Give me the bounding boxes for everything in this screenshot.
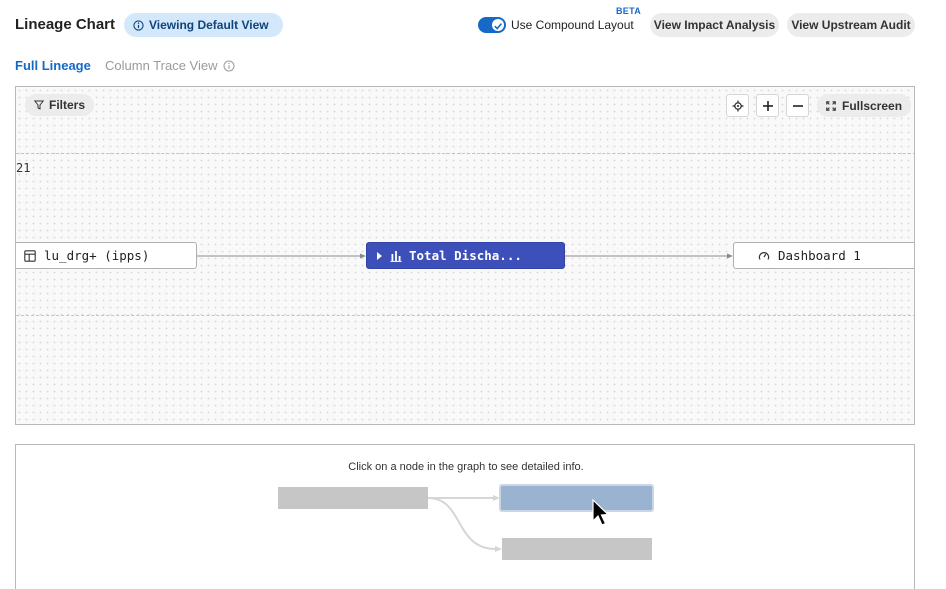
view-upstream-audit-button[interactable]: View Upstream Audit [787, 13, 915, 37]
page-title: Lineage Chart [15, 16, 116, 33]
tab-column-trace-view[interactable]: Column Trace View [105, 58, 235, 73]
arrowhead [493, 495, 500, 501]
illustration-node-selected [499, 484, 654, 512]
click-node-illustration [278, 484, 654, 560]
node-details-panel: Click on a node in the graph to see deta… [15, 444, 915, 589]
node-label: lu_drg+ (ipps) [44, 248, 150, 263]
compound-layout-label: Use Compound Layout [511, 18, 634, 32]
tab-full-lineage[interactable]: Full Lineage [15, 58, 91, 73]
compound-layout-toggle[interactable] [478, 17, 506, 33]
lineage-node-dashboard[interactable]: Dashboard 1 [733, 242, 914, 269]
lineage-node-source[interactable]: lu_drg+ (ipps) [16, 242, 197, 269]
check-icon [492, 19, 504, 31]
lineage-node-selected[interactable]: Total Discha... [366, 242, 565, 269]
beta-badge: BETA [616, 6, 642, 16]
arrowhead [495, 546, 502, 552]
illustration-edge [427, 497, 497, 550]
info-icon [133, 19, 144, 31]
caret-right-icon[interactable] [376, 251, 383, 261]
lineage-graph-canvas[interactable]: Filters Fullscreen 21 lu_drg+ (ipps) Tot… [15, 86, 915, 425]
tab-column-trace-label: Column Trace View [105, 58, 218, 73]
view-selector-pill[interactable]: Viewing Default View [124, 13, 283, 37]
info-icon [223, 60, 235, 71]
table-icon [24, 249, 36, 262]
illustration-node [278, 487, 428, 509]
gauge-icon [758, 251, 770, 260]
bar-chart-icon [390, 250, 402, 262]
header: Lineage Chart Viewing Default View Use C… [15, 6, 931, 38]
view-impact-analysis-button[interactable]: View Impact Analysis [650, 13, 779, 37]
node-label: Total Discha... [409, 248, 522, 263]
node-label: Dashboard 1 [778, 248, 861, 263]
view-pill-label: Viewing Default View [149, 18, 269, 32]
illustration-node [502, 538, 652, 560]
